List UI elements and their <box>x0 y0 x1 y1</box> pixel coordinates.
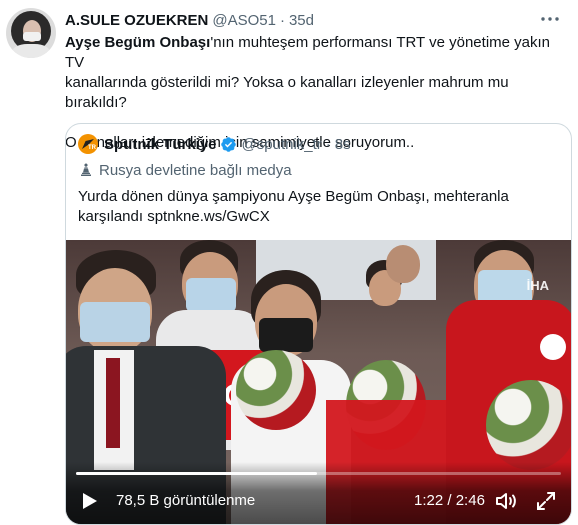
more-horizontal-icon[interactable] <box>540 10 560 28</box>
fullscreen-icon[interactable] <box>534 489 558 513</box>
quote-line-2[interactable]: karşılandı sptnkne.ws/GwCX <box>78 207 548 227</box>
volume-icon[interactable] <box>494 489 518 513</box>
quote-author-name[interactable]: Sputnik Türkiye <box>104 136 217 153</box>
header-separator: · <box>279 11 285 29</box>
quoted-tweet-card[interactable]: TR Sputnik Türkiye @sputnik_tr · 8s Rusy… <box>65 123 572 525</box>
video-watermark: İHA <box>526 278 549 293</box>
quote-timestamp[interactable]: 8s <box>335 136 351 153</box>
time-total: 2:46 <box>455 492 485 509</box>
video-time: 1:22 / 2:46 <box>414 492 485 509</box>
state-media-label-text: Rusya devletine bağlı medya <box>99 161 292 179</box>
sputnik-logo-icon[interactable]: TR <box>78 134 98 154</box>
tweet-header: A.SULE OZUEKREN @ASO51 · 35d <box>65 10 314 30</box>
author-handle[interactable]: @ASO51 <box>212 12 276 29</box>
time-current: 1:22 <box>414 492 444 509</box>
quote-line-1: Yurda dönen dünya şampiyonu Ayşe Begüm O… <box>78 188 509 205</box>
time-separator: / <box>447 492 452 509</box>
view-count: 78,5 B görüntülenme <box>116 492 256 509</box>
tweet-line-2: kanallarında gösterildi mi? Yoksa o kana… <box>65 74 509 111</box>
verified-badge-icon <box>220 136 236 152</box>
quote-header-separator: · <box>325 135 331 153</box>
mention-bold-name: Ayşe Begüm Onbaşı <box>65 34 211 51</box>
video-progress-fill <box>76 472 318 475</box>
video-controls: 78,5 B görüntülenme 1:22 / 2:46 <box>66 462 571 524</box>
state-media-icon <box>81 163 91 176</box>
author-avatar[interactable] <box>6 8 56 58</box>
state-media-label[interactable]: Rusya devletine bağlı medya <box>78 160 292 180</box>
video-player[interactable]: İHA 78,5 B görüntülenme 1:22 / 2:46 <box>66 240 571 524</box>
quote-author-handle[interactable]: @sputnik_tr <box>242 136 322 153</box>
quote-body: Yurda dönen dünya şampiyonu Ayşe Begüm O… <box>78 187 548 227</box>
quote-header: TR Sputnik Türkiye @sputnik_tr · 8s <box>78 134 351 154</box>
author-name[interactable]: A.SULE OZUEKREN <box>65 12 208 29</box>
tweet-timestamp[interactable]: 35d <box>289 12 314 29</box>
play-icon[interactable] <box>78 490 100 512</box>
video-progress-bar[interactable] <box>76 472 561 475</box>
